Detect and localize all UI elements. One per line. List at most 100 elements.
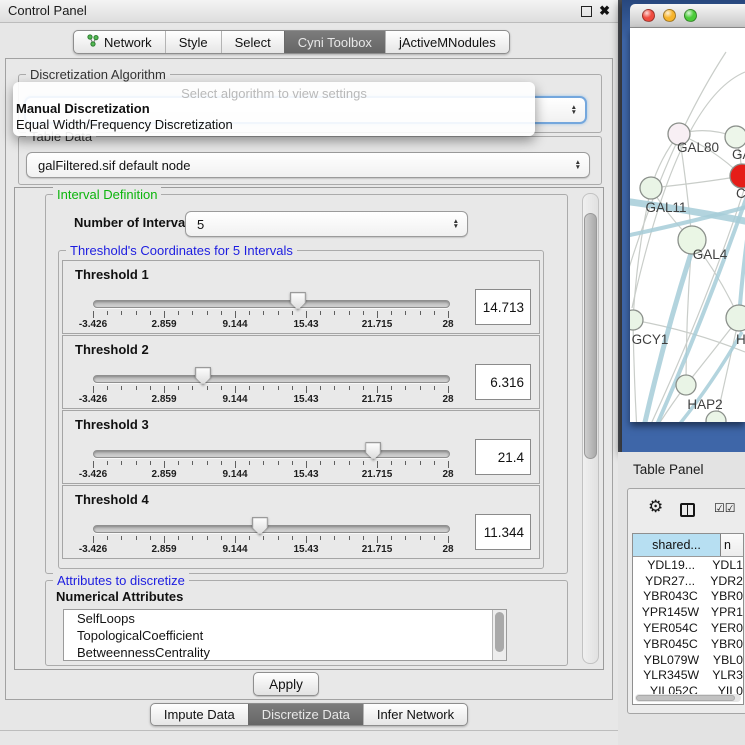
network-canvas[interactable]: GAL80GACGAL11GAL4GCY1HHAP2 [630, 28, 745, 422]
cell-name: YDL1 [709, 558, 743, 572]
network-node-gal11[interactable] [640, 177, 662, 199]
attribute-item-betweennesscentrality[interactable]: BetweennessCentrality [64, 644, 506, 661]
threshold-slider-track[interactable] [93, 375, 450, 383]
gear-icon[interactable]: ⚙ [648, 497, 663, 517]
network-node-hap2[interactable] [676, 375, 696, 395]
threshold-slider-track[interactable] [93, 525, 450, 533]
scrollbar-thumb[interactable] [584, 213, 597, 459]
tab-infer-network[interactable]: Infer Network [363, 704, 467, 725]
algorithm-option-equal-width-frequency-discretization[interactable]: Equal Width/Frequency Discretization [13, 117, 535, 133]
tick-mark [249, 536, 250, 540]
float-window-icon[interactable] [581, 6, 592, 17]
tab-label: jActiveMNodules [399, 35, 496, 50]
traffic-lights [642, 9, 697, 22]
settings-scrollbar[interactable] [582, 193, 599, 664]
tick-mark [263, 461, 264, 465]
threshold-value-field[interactable]: 21.4 [475, 439, 531, 475]
network-window-titlebar[interactable] [630, 4, 745, 28]
node-label-c: C [736, 186, 745, 201]
network-node-h[interactable] [726, 305, 745, 331]
list-scrollbar[interactable] [492, 610, 506, 660]
scrollbar-thumb[interactable] [495, 612, 504, 652]
tick-mark [178, 386, 179, 390]
tick-mark [221, 311, 222, 315]
tick-mark [278, 386, 279, 390]
tick-label: 28 [442, 319, 453, 330]
tab-network[interactable]: Network [74, 31, 165, 53]
threshold-slider-track[interactable] [93, 450, 450, 458]
table-header: shared... n [633, 534, 743, 557]
tick-mark [420, 386, 421, 390]
table-row-yer054c[interactable]: YER054CYER0 [633, 620, 743, 636]
table-row-ylr345w[interactable]: YLR345WYLR3 [633, 668, 743, 684]
tab-discretize-data[interactable]: Discretize Data [248, 704, 363, 725]
table-row-ybl079w[interactable]: YBL079WYBL0 [633, 652, 743, 668]
tick-mark [306, 386, 307, 393]
tick-mark [278, 536, 279, 540]
network-edge[interactable] [630, 52, 726, 268]
number-of-intervals-select[interactable]: 5 ▲▼ [185, 211, 468, 237]
threshold-slider-thumb[interactable] [365, 442, 381, 460]
table-panel-region: Table Panel ⚙ ☑☑ shared... n YDL19...YDL… [618, 452, 745, 745]
bottom-tab-bar-wrap: Impute DataDiscretize DataInfer Network [0, 703, 618, 726]
network-node-gcy1[interactable] [630, 310, 643, 330]
threshold-slider-thumb[interactable] [290, 292, 306, 310]
table-row-ydl19[interactable]: YDL19...YDL1 [633, 557, 743, 573]
table-row-ybr045c[interactable]: YBR045CYBR0 [633, 636, 743, 652]
network-node-unlabeled[interactable] [706, 411, 726, 422]
network-graph: GAL80GACGAL11GAL4GCY1HHAP2 [630, 28, 745, 422]
table-data-select[interactable]: galFiltered.sif default node ▲▼ [26, 152, 590, 178]
tab-style[interactable]: Style [165, 31, 221, 53]
column-header-name[interactable]: n [721, 534, 743, 556]
tick-mark [192, 536, 193, 540]
tick-label: 21.715 [362, 469, 393, 480]
attribute-item-topologicalcoefficient[interactable]: TopologicalCoefficient [64, 627, 506, 644]
tick-mark [207, 311, 208, 315]
tab-select[interactable]: Select [221, 31, 284, 53]
split-columns-icon[interactable] [680, 503, 695, 517]
table-row-ybr043c[interactable]: YBR043CYBR0 [633, 589, 743, 605]
threshold-value-field[interactable]: 6.316 [475, 364, 531, 400]
threshold-value-field[interactable]: 14.713 [475, 289, 531, 325]
panel-title: Control Panel [8, 0, 87, 22]
threshold-label: Threshold 2 [75, 342, 149, 357]
cell-shared-name: YBL079W [633, 653, 710, 667]
tab-label: Cyni Toolbox [298, 35, 372, 50]
tick-mark [448, 386, 449, 393]
tick-mark [249, 386, 250, 390]
tick-mark [249, 461, 250, 465]
horizontal-scrollbar[interactable] [635, 694, 741, 702]
tick-mark [405, 386, 406, 390]
node-label-h: H [736, 332, 745, 347]
tick-mark [164, 311, 165, 318]
tab-cyni-toolbox[interactable]: Cyni Toolbox [284, 31, 385, 53]
algorithm-option-manual-discretization[interactable]: Manual Discretization [13, 101, 535, 117]
tick-mark [221, 461, 222, 465]
tick-mark [263, 311, 264, 315]
table-row-ypr145w[interactable]: YPR145WYPR1 [633, 604, 743, 620]
threshold-value-field[interactable]: 11.344 [475, 514, 531, 550]
tick-label: 28 [442, 394, 453, 405]
threshold-slider-thumb[interactable] [252, 517, 268, 535]
tick-mark [434, 386, 435, 390]
select-all-checkboxes-icon[interactable]: ☑☑ [714, 501, 736, 515]
table-rows: YDL19...YDL1YDR27...YDR2YBR043CYBR0YPR14… [633, 557, 743, 699]
table-row-ydr27[interactable]: YDR27...YDR2 [633, 573, 743, 589]
network-edge[interactable] [651, 176, 742, 188]
attribute-item-selfloops[interactable]: SelfLoops [64, 610, 506, 627]
network-node-ga[interactable] [725, 126, 745, 148]
close-icon[interactable]: ✖ [599, 0, 610, 22]
traffic-light-close[interactable] [642, 9, 655, 22]
threshold-slider-thumb[interactable] [195, 367, 211, 385]
threshold-label: Threshold 1 [75, 267, 149, 282]
column-header-shared-name[interactable]: shared... [633, 534, 721, 556]
tick-mark [306, 536, 307, 543]
scrollbar-thumb[interactable] [636, 695, 735, 701]
apply-button[interactable]: Apply [253, 672, 319, 696]
traffic-light-zoom[interactable] [684, 9, 697, 22]
tab-impute-data[interactable]: Impute Data [151, 704, 248, 725]
traffic-light-minimize[interactable] [663, 9, 676, 22]
tab-jactivemnodules[interactable]: jActiveMNodules [385, 31, 509, 53]
network-view-window: GAL80GACGAL11GAL4GCY1HHAP2 [622, 0, 745, 452]
threshold-slider-track[interactable] [93, 300, 450, 308]
